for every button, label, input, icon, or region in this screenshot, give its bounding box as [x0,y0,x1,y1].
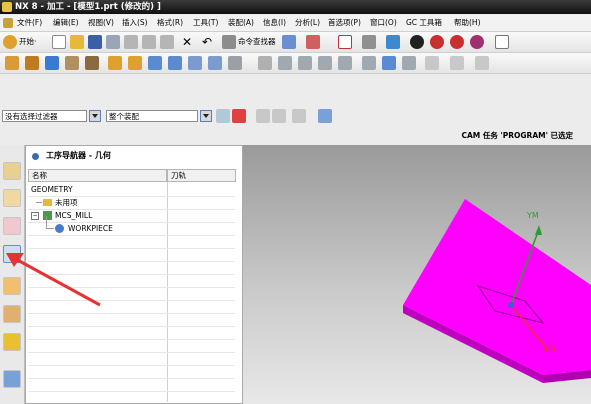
menu-analysis[interactable]: 分析(L) [295,15,320,31]
create-geometry-icon[interactable] [45,56,59,70]
orient-view-icon[interactable] [410,35,424,49]
verify-toolpath-icon[interactable] [148,56,162,70]
menu-edit[interactable]: 编辑(E) [53,15,79,31]
selection-bar: 没有选择过滤器 整个装配 [0,107,591,125]
method-view-icon[interactable] [338,56,352,70]
xm-axis-label: XM [543,345,556,354]
gear-icon[interactable] [470,35,484,49]
type-filter-dropdown-icon[interactable] [89,110,101,122]
history-icon[interactable] [3,370,21,388]
start-button-label[interactable]: 开始· [19,35,36,49]
select-rectangle-icon[interactable] [292,109,306,123]
empty-row [28,365,235,379]
menu-format[interactable]: 格式(R) [157,15,183,31]
scope-dropdown-icon[interactable] [200,110,212,122]
more-tools-icon[interactable] [475,56,489,70]
simulate-icon[interactable] [402,56,416,70]
menu-bar: 文件(F) 编辑(E) 视图(V) 插入(S) 格式(R) 工具(T) 装配(A… [0,15,591,32]
copy-icon[interactable] [142,35,156,49]
snap-view-icon[interactable] [282,35,296,49]
menu-insert[interactable]: 插入(S) [122,15,148,31]
ym-axis-label: YM [527,211,539,220]
create-tool-icon[interactable] [25,56,39,70]
feeds-speeds-icon[interactable] [258,56,272,70]
graphics-window[interactable]: YM XM [243,145,591,404]
menu-view[interactable]: 视图(V) [88,15,114,31]
empty-row [28,326,235,340]
annotation-arrow [6,253,101,307]
shaded-view-icon[interactable] [386,35,400,49]
menu-assembly[interactable]: 装配(A) [228,15,254,31]
window-toggle-icon[interactable] [495,35,509,49]
snap-point-icon[interactable] [232,109,246,123]
filter-reset-icon[interactable] [216,109,230,123]
menu-help[interactable]: 帮助(H) [454,15,481,31]
machine-tool-view-icon[interactable] [278,56,292,70]
save-icon[interactable] [88,35,102,49]
paste-icon[interactable] [160,35,174,49]
empty-row [28,378,235,392]
title-bar: NX 8 - 加工 - [模型1.prt (修改的) ] [0,0,591,14]
status-message: CAM 任务 'PROGRAM' 已选定 [461,131,573,140]
path-display-icon[interactable] [362,56,376,70]
reuse-library-icon[interactable] [3,333,21,351]
annotation-arrow-head [6,253,24,267]
nx-logo-icon [2,2,12,12]
menu-preferences[interactable]: 首选项(P) [328,15,361,31]
empty-row [28,313,235,327]
object-display-icon[interactable] [450,56,464,70]
type-filter-combo[interactable]: 没有选择过滤器 [2,110,87,122]
point-icon[interactable] [256,109,270,123]
part-top-face[interactable] [403,199,591,375]
delete-icon[interactable]: ✕ [180,35,194,49]
empty-row [28,339,235,353]
annotation-arrow-line [11,255,101,307]
menu-info[interactable]: 信息(I) [263,15,286,31]
command-finder-label[interactable]: 命令查找器 [238,35,276,49]
create-operation-icon[interactable] [85,56,99,70]
undo-icon[interactable]: ↶ [200,35,214,49]
fit-view-icon[interactable] [338,35,352,49]
cam-toolbar-1 [0,53,591,74]
menu-window[interactable]: 窗口(O) [370,15,397,31]
mcs-origin-icon [508,302,514,308]
record-icon[interactable] [450,35,464,49]
window-title: NX 8 - 加工 - [模型1.prt (修改的) ] [15,2,161,12]
toolbar-area [0,74,591,106]
program-order-view-icon[interactable] [298,56,312,70]
open-folder-icon[interactable] [70,35,84,49]
create-program-icon[interactable] [5,56,19,70]
menu-tools[interactable]: 工具(T) [193,15,218,31]
stop-icon[interactable] [430,35,444,49]
new-file-icon[interactable] [52,35,66,49]
cut-icon[interactable] [124,35,138,49]
column-toolpath[interactable]: 刀轨 [167,169,236,182]
create-method-icon[interactable] [65,56,79,70]
print-icon[interactable] [106,35,120,49]
ym-axis-arrow-icon [535,225,542,235]
empty-row [28,352,235,366]
standard-toolbar: 开始· ✕ ↶ 命令查找器 [0,32,591,53]
generate-toolpath-icon[interactable] [108,56,122,70]
viewport-canvas [403,199,591,383]
list-toolpath-icon[interactable] [168,56,182,70]
render-style-icon[interactable] [362,35,376,49]
select-tool-icon[interactable] [306,35,320,49]
replay-toolpath-icon[interactable] [128,56,142,70]
transform-icon[interactable] [425,56,439,70]
menu-file[interactable]: 文件(F) [17,15,42,31]
curve-icon[interactable] [272,109,286,123]
geometry-view-icon[interactable] [318,56,332,70]
start-icon[interactable] [3,35,17,49]
tool-display-icon[interactable] [382,56,396,70]
output-cls-icon[interactable] [228,56,242,70]
status-line: CAM 任务 'PROGRAM' 已选定 [0,127,591,146]
menu-gc-toolbox[interactable]: GC 工具箱 [406,15,442,31]
view-select-icon[interactable] [318,109,332,123]
command-finder-icon[interactable] [222,35,236,49]
app-menu-icon[interactable] [3,18,13,28]
shop-doc-icon[interactable] [208,56,222,70]
postprocess-icon[interactable] [188,56,202,70]
scope-combo[interactable]: 整个装配 [106,110,198,122]
